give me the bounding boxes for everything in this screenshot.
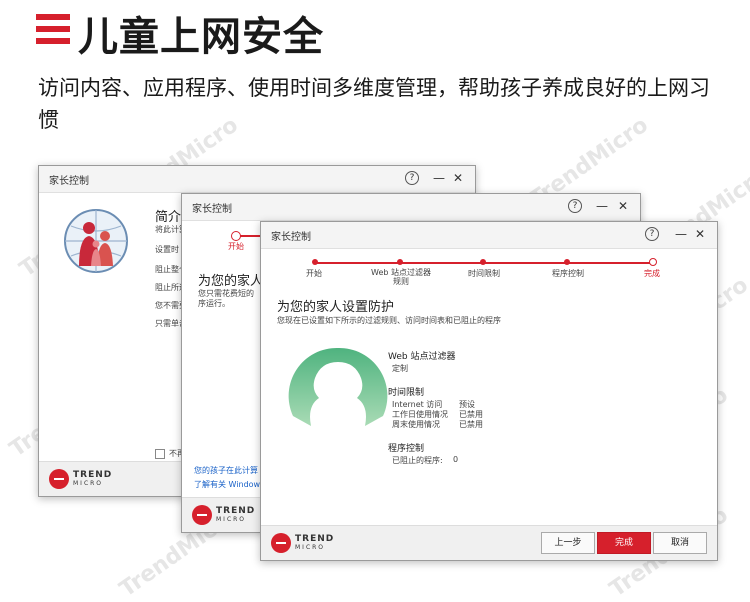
- minimize-icon[interactable]: —: [596, 199, 608, 213]
- wizard-heading: 为您的家人设置防护: [277, 300, 395, 315]
- profile-avatar-icon: [285, 346, 391, 446]
- page-title: 儿童上网安全: [78, 14, 324, 60]
- family-globe-icon: [63, 208, 129, 274]
- header-logo-bars: [36, 14, 70, 44]
- intro-line: 设置时: [155, 245, 179, 254]
- learn-more-link[interactable]: 了解有关 Windows: [194, 479, 264, 490]
- close-icon[interactable]: ✕: [453, 171, 463, 185]
- help-icon[interactable]: ?: [645, 227, 659, 241]
- time-limit-title: 时间限制: [388, 388, 425, 398]
- wizard-heading: 为您的家人: [198, 274, 264, 289]
- page-subtitle: 访问内容、应用程序、使用时间多维度管理，帮助孩子养成良好的上网习惯: [38, 76, 710, 132]
- child-account-link[interactable]: 您的孩子在此计算: [194, 465, 258, 476]
- help-icon[interactable]: ?: [405, 171, 419, 185]
- window-title: 家长控制: [49, 176, 89, 187]
- parental-control-window-finish: 家长控制 ? — ✕ 开始 Web 站点过滤器 规则 时间限制 程序控制 完成 …: [260, 221, 718, 561]
- trend-micro-logo: TREND MICRO: [49, 469, 139, 489]
- title-bar: 家长控制 ? — ✕: [182, 194, 640, 221]
- minimize-icon[interactable]: —: [433, 171, 445, 185]
- finish-button[interactable]: 完成: [597, 532, 651, 554]
- window-title: 家长控制: [192, 204, 232, 215]
- dont-show-checkbox[interactable]: [155, 449, 165, 459]
- step-label: 时间限制: [468, 269, 500, 278]
- web-filter-value: 定制: [392, 364, 408, 373]
- step-dot: [397, 259, 403, 265]
- minimize-icon[interactable]: —: [675, 227, 687, 241]
- step-dot-current: [649, 258, 657, 266]
- close-icon[interactable]: ✕: [618, 199, 628, 213]
- step-dot: [564, 259, 570, 265]
- title-bar: 家长控制 ? — ✕: [39, 166, 475, 193]
- back-button[interactable]: 上一步: [541, 532, 595, 554]
- wizard-desc: 序运行。: [198, 299, 230, 308]
- footer: TREND MICRO 上一步 完成 取消: [261, 525, 717, 560]
- window-title: 家长控制: [271, 232, 311, 243]
- step-label-start: 开始: [228, 242, 244, 251]
- step-dot: [312, 259, 318, 265]
- program-row-label: 已阻止的程序:: [392, 456, 443, 465]
- trend-micro-logo: TREND MICRO: [271, 533, 361, 553]
- wizard-desc: 您现在已设置如下所示的过滤规则、访问时间表和已阻止的程序: [277, 316, 501, 325]
- step-label: 程序控制: [552, 269, 584, 278]
- cancel-button[interactable]: 取消: [653, 532, 707, 554]
- program-row-value: 0: [453, 455, 459, 464]
- time-row-value: 已禁用: [459, 420, 483, 429]
- step-dot: [231, 231, 241, 241]
- time-row-label: 周末使用情况: [392, 420, 440, 429]
- web-filter-title: Web 站点过滤器: [388, 352, 456, 362]
- close-icon[interactable]: ✕: [695, 227, 705, 241]
- title-bar: 家长控制 ? — ✕: [261, 222, 717, 249]
- step-label: 开始: [306, 269, 322, 278]
- help-icon[interactable]: ?: [568, 199, 582, 213]
- program-control-title: 程序控制: [388, 444, 425, 454]
- step-label: Web 站点过滤器 规则: [371, 268, 431, 286]
- progress-track: [316, 262, 656, 264]
- step-label-current: 完成: [644, 269, 660, 278]
- step-dot: [480, 259, 486, 265]
- intro-heading: 简介: [155, 210, 182, 225]
